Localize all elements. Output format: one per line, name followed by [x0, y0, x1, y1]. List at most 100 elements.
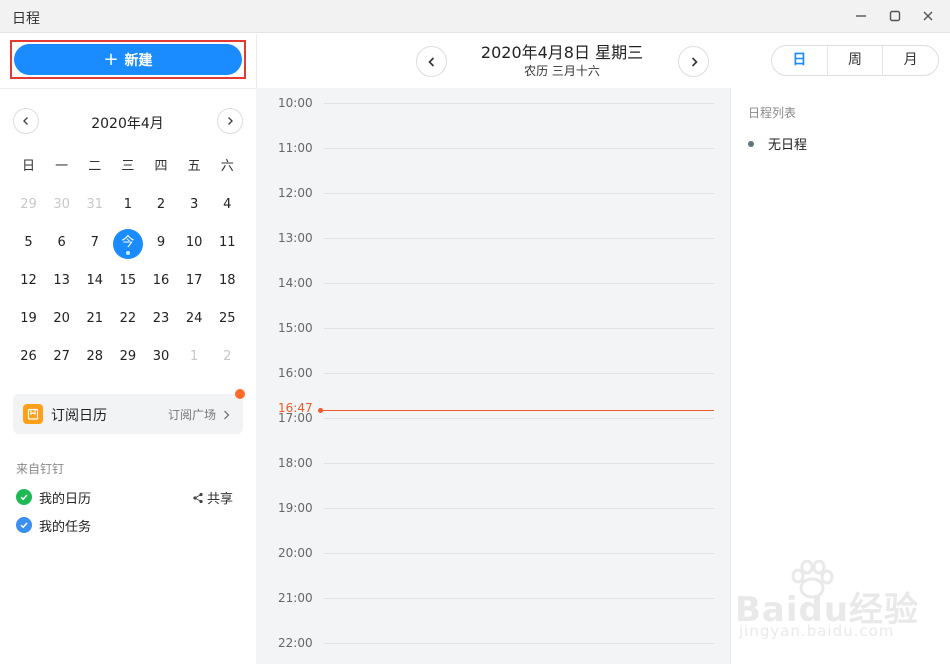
share-icon [193, 492, 203, 503]
mini-calendar-day[interactable]: 29 [12, 190, 45, 220]
mini-calendar-day[interactable]: 1 [111, 190, 144, 220]
hour-row: 20:00 [256, 546, 730, 560]
day-timeline[interactable]: 22:00 21:00 20:00 19:00 18:00 17:00 16:00 15:00… [256, 88, 730, 664]
mini-calendar-day[interactable]: 12 [12, 266, 45, 296]
hour-row: 11:00 [256, 141, 730, 155]
hour-row: 14:00 [256, 276, 730, 290]
bullet-icon [748, 140, 754, 147]
hour-label: 16:00 [278, 366, 313, 380]
mini-prev-month-button[interactable] [13, 108, 39, 134]
mini-calendar-day[interactable]: 2 [145, 190, 178, 220]
close-button[interactable] [917, 6, 939, 26]
hour-row: 22:00 [256, 636, 730, 650]
mini-calendar-day[interactable]: 16 [145, 266, 178, 296]
mini-calendar-day[interactable]: 31 [78, 190, 111, 220]
mini-calendar-today[interactable]: 今 [111, 228, 144, 259]
mini-calendar-grid: 日一二三四五六 29 30 31 1 2 3 4 5 6 7 今 9 10 11 12 13 14 15 16 17 18… [12, 148, 244, 376]
weekday-label: 三 [121, 159, 135, 174]
mini-calendar-day[interactable]: 2 [211, 342, 244, 372]
mini-calendar-day[interactable]: 28 [78, 342, 111, 372]
new-event-button[interactable]: + 新建 [14, 44, 242, 75]
mini-calendar-day[interactable]: 9 [145, 228, 178, 258]
mini-calendar-day[interactable]: 20 [45, 304, 78, 334]
mini-calendar-day[interactable]: 13 [45, 266, 78, 296]
weekday-label: 一 [55, 159, 69, 174]
mini-calendar-day[interactable]: 27 [45, 342, 78, 372]
maximize-button[interactable] [884, 6, 906, 26]
date-header: 2020年4月8日 星期三 农历 三月十六 日 周 月 [256, 34, 950, 88]
hour-row: 13:00 [256, 231, 730, 245]
mini-calendar-day[interactable]: 30 [45, 190, 78, 220]
calendar-source-label: 来自钉钉 [16, 462, 65, 476]
hour-row: 16:00 [256, 366, 730, 380]
hour-gridline [324, 643, 714, 644]
chevron-right-icon [228, 117, 233, 125]
mini-calendar-day[interactable]: 3 [178, 190, 211, 220]
mini-calendar-day[interactable]: 25 [211, 304, 244, 334]
hour-label: 12:00 [278, 186, 313, 200]
mini-calendar-day[interactable]: 19 [12, 304, 45, 334]
next-day-button[interactable] [678, 46, 709, 77]
hour-label: 14:00 [278, 276, 313, 290]
mini-calendar-day[interactable]: 29 [111, 342, 144, 372]
subscribe-calendar-card[interactable]: 订阅日历 订阅广场 [13, 389, 245, 434]
mini-calendar-day[interactable]: 11 [211, 228, 244, 258]
new-button-highlight: + 新建 [10, 40, 246, 79]
mini-calendar-day[interactable]: 10 [178, 228, 211, 258]
subscribe-square-link[interactable]: 订阅广场 [168, 406, 232, 423]
mini-calendar-day[interactable]: 24 [178, 304, 211, 334]
mini-next-month-button[interactable] [217, 108, 243, 134]
mini-calendar-day[interactable]: 26 [12, 342, 45, 372]
mini-calendar-day[interactable]: 23 [145, 304, 178, 334]
mini-calendar-month: 2020年4月 [91, 116, 164, 132]
hour-gridline [324, 373, 714, 374]
share-label: 共享 [207, 492, 234, 507]
plus-icon: + [103, 48, 119, 70]
sidebar: + 新建 2020年4月 日一二三四五六 29 30 31 1 2 3 4 5 6 7 今 9 10 11 1… [0, 34, 256, 664]
weekday-label: 二 [88, 159, 102, 174]
hour-gridline [324, 148, 714, 149]
hour-gridline [324, 463, 714, 464]
weekday-label: 日 [22, 159, 36, 174]
view-tab-month[interactable]: 月 [883, 46, 938, 75]
new-event-label: 新建 [124, 52, 153, 69]
mini-calendar-day[interactable]: 4 [211, 190, 244, 220]
chevron-right-icon [691, 56, 698, 67]
prev-day-button[interactable] [416, 46, 447, 77]
chevron-left-icon [23, 117, 28, 125]
hour-label: 13:00 [278, 231, 313, 245]
hour-gridline [324, 238, 714, 239]
mini-calendar-day[interactable]: 30 [145, 342, 178, 372]
calendar-item-my-calendar[interactable]: 我的日历 [16, 487, 91, 507]
mini-calendar-day[interactable]: 15 [111, 266, 144, 296]
mini-calendar-day[interactable]: 7 [78, 228, 111, 258]
view-tab-day[interactable]: 日 [772, 46, 828, 75]
calendar-item-my-tasks[interactable]: 我的任务 [16, 515, 91, 535]
share-button[interactable]: 共享 [192, 488, 233, 507]
mini-calendar-day[interactable]: 14 [78, 266, 111, 296]
week-row: 26 27 28 29 30 1 2 [12, 338, 244, 376]
hour-row: 19:00 [256, 501, 730, 515]
hour-label: 10:00 [278, 96, 313, 110]
view-tab-week[interactable]: 周 [828, 46, 884, 75]
hour-label: 20:00 [278, 546, 313, 560]
mini-calendar-day[interactable]: 5 [12, 228, 45, 258]
divider [0, 88, 256, 89]
mini-calendar-day[interactable]: 17 [178, 266, 211, 296]
mini-calendar-day[interactable]: 22 [111, 304, 144, 334]
hour-row: 12:00 [256, 186, 730, 200]
mini-calendar-day[interactable]: 1 [178, 342, 211, 372]
subscribe-calendar-icon [23, 404, 43, 424]
checked-icon[interactable] [16, 489, 32, 505]
hour-gridline [324, 598, 714, 599]
checked-icon[interactable] [16, 517, 32, 533]
mini-calendar-day[interactable]: 6 [45, 228, 78, 258]
mini-calendar-day[interactable]: 18 [211, 266, 244, 296]
hour-row: 15:00 [256, 321, 730, 335]
chevron-right-icon [224, 410, 230, 419]
hour-label: 19:00 [278, 501, 313, 515]
minimize-button[interactable] [850, 6, 872, 26]
mini-calendar-day[interactable]: 21 [78, 304, 111, 334]
agenda-empty-text: 无日程 [768, 138, 808, 153]
today-dot [125, 251, 130, 255]
